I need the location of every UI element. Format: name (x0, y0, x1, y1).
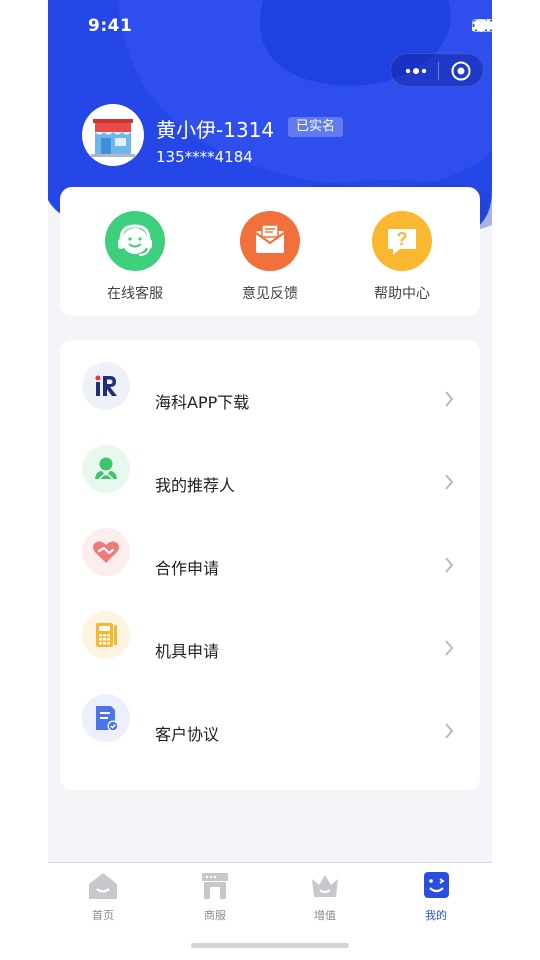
menu-item-label: 海科APP下载 (155, 393, 250, 412)
more-dots-icon[interactable] (405, 67, 427, 75)
pos-machine-icon (82, 611, 130, 659)
menu-item-app-download[interactable]: 海科APP下载 (60, 350, 480, 433)
tab-merchant-service[interactable]: 商服 (185, 871, 245, 923)
store-avatar-icon[interactable] (82, 104, 144, 166)
question-bubble-icon: ? (372, 211, 432, 271)
status-time: 9:41 (88, 16, 133, 36)
menu-item-label: 我的推荐人 (155, 476, 236, 495)
tab-home[interactable]: 首页 (73, 871, 133, 923)
quick-action-label: 在线客服 (107, 286, 163, 302)
envelope-icon (240, 211, 300, 271)
menu-item-label: 客户协议 (155, 725, 220, 744)
tab-value-added[interactable]: 增值 (295, 871, 355, 923)
verified-badge: 已实名 (288, 117, 344, 137)
menu-item-customer-agreement[interactable]: 客户协议 (60, 682, 480, 765)
chevron-right-icon (445, 474, 454, 490)
handshake-heart-icon (82, 528, 130, 576)
menu-list: 海科APP下载 我的推荐人 合作申请 机具申请 客户协议 (60, 340, 480, 790)
tab-label: 商服 (204, 909, 226, 922)
headset-icon (105, 211, 165, 271)
status-bar: 9:41 (48, 14, 492, 40)
chevron-right-icon (445, 640, 454, 656)
svg-text:?: ? (397, 229, 408, 249)
quick-action-online-service[interactable]: 在线客服 (85, 211, 185, 303)
user-phone: 135****4184 (156, 148, 253, 166)
capsule-divider (438, 62, 439, 80)
battery-icon (472, 19, 492, 32)
menu-item-cooperation[interactable]: 合作申请 (60, 516, 480, 599)
tab-label: 增值 (314, 909, 336, 922)
app-screen: 9:41 黄小伊-1314 已实名 135****4184 在线客服 意见反馈 … (48, 0, 492, 960)
agreement-doc-icon (82, 694, 130, 742)
chevron-right-icon (445, 557, 454, 573)
smile-face-icon (424, 872, 449, 898)
home-indicator (191, 943, 349, 948)
tab-label: 首页 (92, 909, 114, 922)
crown-icon (312, 875, 338, 897)
quick-action-feedback[interactable]: 意见反馈 (220, 211, 320, 303)
menu-item-device-application[interactable]: 机具申请 (60, 599, 480, 682)
tab-label: 我的 (425, 909, 447, 922)
tab-mine[interactable]: 我的 (406, 871, 466, 923)
menu-item-my-referrer[interactable]: 我的推荐人 (60, 433, 480, 516)
quick-action-label: 帮助中心 (374, 286, 430, 302)
shop-icon (202, 873, 228, 899)
menu-item-label: 合作申请 (155, 559, 220, 578)
people-icon (82, 445, 130, 493)
close-target-icon[interactable] (451, 61, 471, 81)
chevron-right-icon (445, 391, 454, 407)
miniprogram-capsule (390, 53, 484, 87)
ir-logo-icon (82, 362, 130, 410)
menu-item-label: 机具申请 (155, 642, 220, 661)
quick-actions-card: 在线客服 意见反馈 ? 帮助中心 (60, 187, 480, 316)
home-icon (89, 873, 117, 899)
chevron-right-icon (445, 723, 454, 739)
quick-action-help-center[interactable]: ? 帮助中心 (352, 211, 452, 303)
user-name: 黄小伊-1314 (156, 118, 275, 142)
bottom-tab-bar: 首页 商服 增值 我的 (48, 862, 492, 960)
quick-action-label: 意见反馈 (242, 286, 298, 302)
